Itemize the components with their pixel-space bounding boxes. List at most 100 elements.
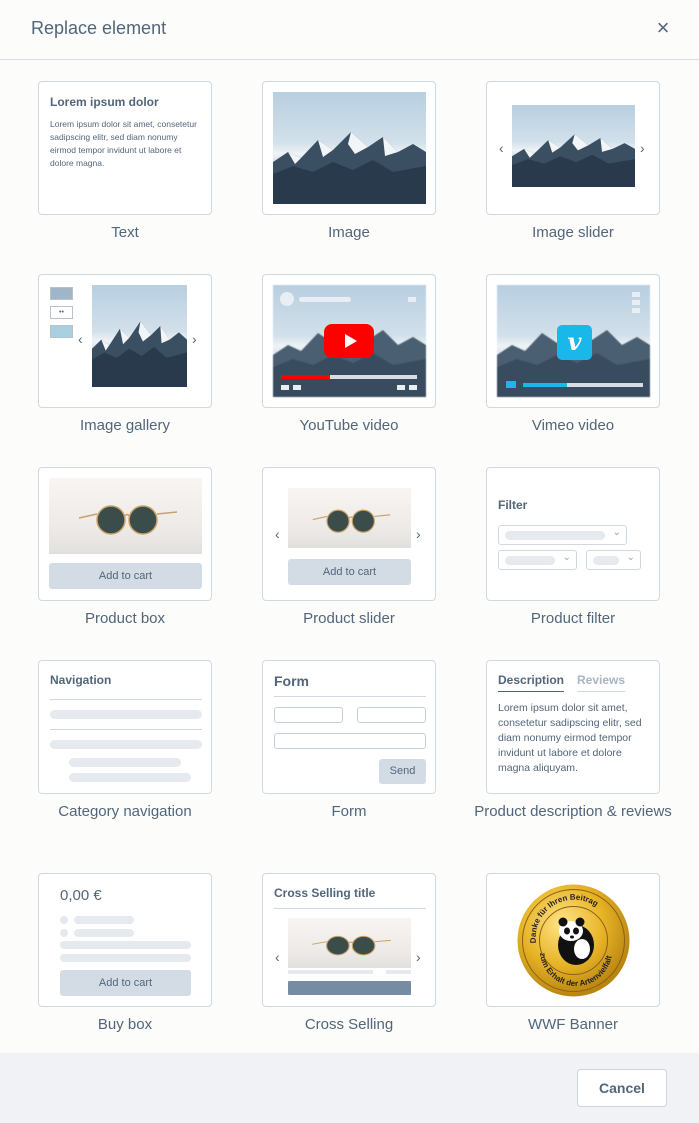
form-heading: Form (274, 673, 309, 689)
bullet (60, 929, 68, 937)
mountain-image (92, 285, 187, 387)
placeholder-bar (505, 556, 555, 565)
nav-item-placeholder (50, 740, 202, 749)
element-label: Image (328, 224, 370, 241)
preview-product-box[interactable]: Add to cart (38, 467, 212, 601)
like-icon (632, 292, 640, 297)
later-icon (632, 300, 640, 305)
element-label: Product description & reviews (474, 803, 672, 820)
buy-button[interactable] (288, 981, 411, 995)
price: 0,00 € (60, 887, 102, 904)
preview-category-navigation[interactable]: Navigation (38, 660, 212, 794)
youtube-play-icon (324, 324, 374, 358)
placeholder-bar (386, 970, 411, 974)
preview-image[interactable] (262, 81, 436, 215)
placeholder-bar (74, 916, 134, 924)
share-icon (632, 308, 640, 313)
add-to-cart-button[interactable]: Add to cart (288, 559, 411, 585)
chevron-right-icon: › (416, 949, 421, 965)
preview-image-gallery[interactable]: •• ‹ › (38, 274, 212, 408)
placeholder-bar (593, 556, 619, 565)
cancel-button[interactable]: Cancel (577, 1069, 667, 1107)
menu-icon (408, 297, 416, 302)
fullscreen-icon (409, 385, 417, 390)
chevron-down-icon: ⌄ (626, 552, 635, 563)
filter-dropdown[interactable]: ⌄ (586, 550, 641, 570)
tab-reviews[interactable]: Reviews (577, 673, 626, 692)
chevron-down-icon: ⌄ (562, 552, 571, 563)
add-to-cart-button[interactable]: Add to cart (49, 563, 202, 589)
divider (50, 729, 202, 730)
preview-buy-box[interactable]: 0,00 € Add to cart (38, 873, 212, 1007)
chevron-right-icon: › (640, 140, 645, 156)
form-input[interactable] (357, 707, 426, 723)
divider (274, 696, 426, 697)
preview-youtube-video[interactable] (262, 274, 436, 408)
chevron-left-icon: ‹ (78, 331, 83, 347)
element-label: Text (111, 224, 139, 241)
element-label: Vimeo video (531, 417, 615, 434)
preview-heading: Lorem ipsum dolor (50, 95, 159, 109)
video-title-placeholder (299, 297, 351, 302)
element-label: Category navigation (58, 803, 192, 820)
filter-dropdown[interactable]: ⌄ (498, 550, 577, 570)
preview-body: Lorem ipsum dolor sit amet, consetetur s… (50, 119, 197, 168)
preview-cross-selling[interactable]: Cross Selling title ‹ › (262, 873, 436, 1007)
wwf-seal-icon: Danke für Ihren Beitrag zum Erhalt der A… (517, 884, 630, 997)
preview-image-slider[interactable]: ‹ › (486, 81, 660, 215)
nav-subitem-placeholder (69, 758, 181, 767)
tab-description[interactable]: Description (498, 673, 565, 692)
form-input[interactable] (274, 733, 426, 749)
divider (50, 699, 202, 700)
chevron-left-icon: ‹ (275, 949, 280, 965)
chevron-left-icon: ‹ (275, 526, 280, 542)
filter-dropdown[interactable]: ⌄ (498, 525, 627, 545)
preview-product-slider[interactable]: ‹ › Add to cart (262, 467, 436, 601)
preview-description-reviews[interactable]: Description Reviews Lorem ipsum dolor si… (486, 660, 660, 794)
product-image (288, 488, 411, 548)
placeholder-bar (74, 929, 134, 937)
placeholder-bar (60, 941, 191, 949)
element-label: WWF Banner (527, 1016, 618, 1033)
element-label: YouTube video (299, 417, 399, 434)
thumbnail (50, 325, 73, 338)
description-body: Lorem ipsum dolor sit amet, consetetur s… (498, 702, 642, 774)
cross-selling-heading: Cross Selling title (274, 886, 376, 900)
send-button[interactable]: Send (379, 759, 426, 784)
placeholder-bar (60, 954, 191, 962)
dialog-header: Replace element × (0, 0, 699, 60)
progress-fill (281, 375, 330, 379)
mountain-image (273, 92, 426, 204)
chevron-down-icon: ⌄ (612, 527, 621, 538)
element-grid: Lorem ipsum dolor Lorem ipsum dolor sit … (0, 61, 699, 1053)
filter-heading: Filter (498, 498, 528, 512)
add-to-cart-button[interactable]: Add to cart (60, 970, 191, 996)
preview-wwf-banner[interactable]: Danke für Ihren Beitrag zum Erhalt der A… (486, 873, 660, 1007)
navigation-heading: Navigation (50, 673, 112, 687)
divider (274, 908, 426, 909)
vimeo-logo-icon: v (557, 325, 592, 360)
preview-product-filter[interactable]: Filter ⌄ ⌄ ⌄ (486, 467, 660, 601)
thumbnail: •• (50, 306, 73, 319)
chevron-left-icon: ‹ (499, 140, 504, 156)
element-label: Product box (84, 610, 166, 627)
nav-item-placeholder (50, 710, 202, 719)
preview-text[interactable]: Lorem ipsum dolor Lorem ipsum dolor sit … (38, 81, 212, 215)
close-icon[interactable]: × (653, 17, 673, 39)
avatar (280, 292, 294, 306)
preview-form[interactable]: Form Send (262, 660, 436, 794)
chevron-right-icon: › (192, 331, 197, 347)
play-control-icon (506, 381, 516, 388)
element-label: Form (331, 803, 367, 820)
form-input[interactable] (274, 707, 343, 723)
chevron-right-icon: › (416, 526, 421, 542)
mountain-image (512, 105, 635, 187)
progress-fill (523, 383, 567, 387)
preview-vimeo-video[interactable]: v (486, 274, 660, 408)
product-image (49, 478, 202, 554)
element-label: Product filter (530, 610, 616, 627)
element-label: Buy box (97, 1016, 153, 1033)
placeholder-bar (505, 531, 605, 540)
element-label: Image slider (532, 224, 614, 241)
thumbnail (50, 287, 73, 300)
